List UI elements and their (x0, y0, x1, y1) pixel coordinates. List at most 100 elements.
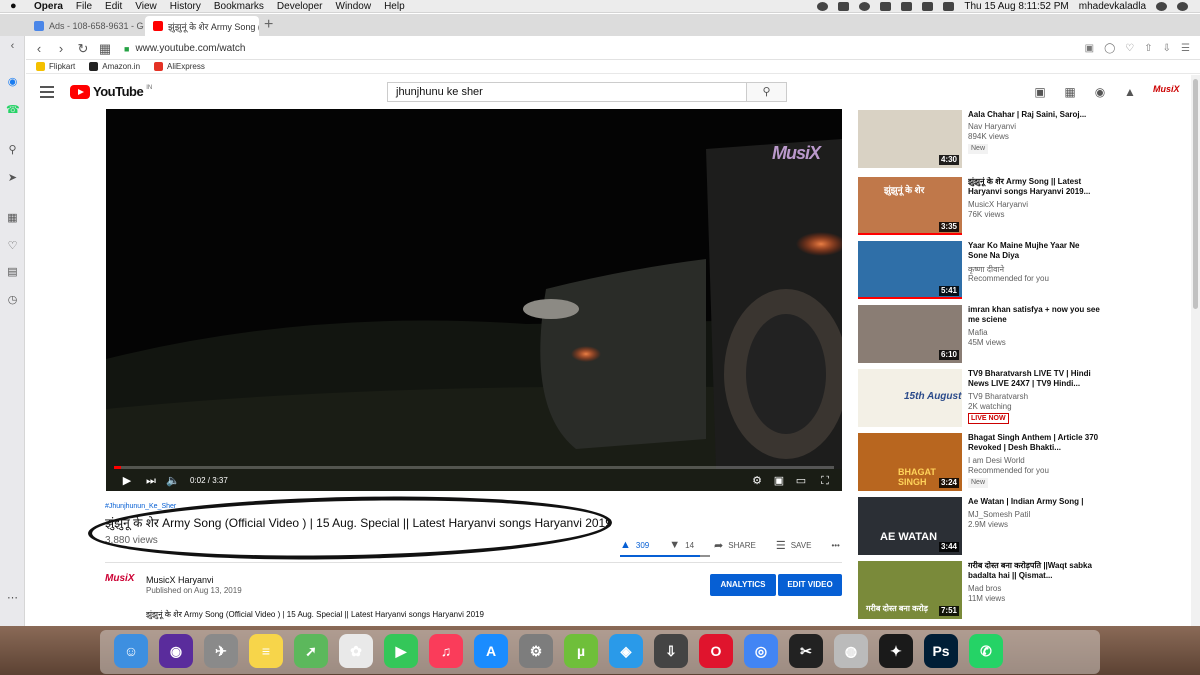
rec-channel[interactable]: MJ_Somesh Patil (968, 510, 1030, 519)
rec-thumbnail[interactable]: BHAGAT SINGH 3:24 (858, 433, 962, 491)
back-arrow-icon[interactable]: ‹ (6, 40, 19, 53)
notifications-bell-icon[interactable]: ▲ (1123, 85, 1137, 99)
menu-history[interactable]: History (170, 1, 201, 12)
lock-icon[interactable]: ■ (124, 44, 129, 54)
fullscreen-icon[interactable]: ⛶ (818, 474, 832, 488)
facetime-icon[interactable]: ▶ (384, 634, 418, 668)
dvd-player-icon[interactable]: ◍ (834, 634, 868, 668)
status-extension-icon[interactable] (838, 2, 850, 11)
miniplayer-icon[interactable]: ▣ (772, 474, 786, 488)
reload-icon[interactable]: ↻ (74, 41, 92, 57)
history-icon[interactable]: ◷ (6, 294, 19, 307)
rec-item[interactable]: BHAGAT SINGH 3:24 Bhagat Singh Anthem | … (858, 433, 1158, 491)
menu-lines-icon[interactable]: ☰ (1181, 43, 1190, 54)
photos-icon[interactable]: ✿ (339, 634, 373, 668)
scrollbar-thumb[interactable] (1193, 79, 1198, 309)
bookmark-heart-icon[interactable]: ♡ (1125, 43, 1134, 54)
channel-name[interactable]: MusicX Haryanvi (146, 575, 214, 585)
downloader-icon[interactable]: ⇩ (654, 634, 688, 668)
channel-avatar[interactable]: MusiX (105, 573, 137, 595)
analytics-button[interactable]: ANALYTICS (710, 574, 776, 596)
rec-thumbnail[interactable]: झुंझुनूं के शेर 3:35 (858, 177, 962, 235)
final-cut-icon[interactable]: ✂ (789, 634, 823, 668)
tab-google-ads[interactable]: Ads - 108-658-9631 - Google (26, 16, 144, 36)
download-icon[interactable]: ⇩ (1163, 43, 1171, 54)
rec-channel[interactable]: I am Desi World (968, 456, 1025, 465)
wifi-icon[interactable] (880, 2, 892, 11)
video-player[interactable]: MusiX ▶ ⏭ 🔈 0:02 / 3:37 ⚙ ▣ ▭ ⛶ (106, 109, 842, 491)
youtube-logo[interactable]: YouTube IN (70, 84, 152, 99)
system-preferences-icon[interactable]: ⚙ (519, 634, 553, 668)
messages-icon[interactable]: ◉ (1093, 85, 1107, 99)
chrome-icon[interactable]: ◎ (744, 634, 778, 668)
volume-icon[interactable]: 🔈 (166, 474, 180, 488)
spotlight-search-icon[interactable] (1156, 2, 1167, 11)
new-tab-icon[interactable]: + (264, 16, 273, 34)
rec-title[interactable]: Bhagat Singh Anthem | Article 370 Revoke… (968, 433, 1100, 453)
back-icon[interactable]: ‹ (30, 41, 48, 56)
menu-view[interactable]: View (135, 1, 157, 12)
search-input[interactable]: jhunjhunu ke sher (387, 82, 747, 102)
notification-center-icon[interactable] (1177, 2, 1188, 11)
menu-opera[interactable]: Opera (34, 1, 63, 12)
menu-bookmarks[interactable]: Bookmarks (214, 1, 264, 12)
send-icon[interactable]: ➤ (6, 172, 19, 185)
rec-title[interactable]: imran khan satisfya + now you see me sci… (968, 305, 1100, 325)
rec-title[interactable]: TV9 Bharatvarsh LIVE TV | Hindi News LIV… (968, 369, 1100, 389)
more-icon[interactable]: ⋯ (6, 592, 19, 605)
search-button[interactable]: ⚲ (747, 82, 787, 102)
rec-thumbnail[interactable]: 15th August (858, 369, 962, 427)
search-icon[interactable]: ⚲ (6, 144, 19, 157)
like-button[interactable]: ▲ 309 (620, 539, 649, 551)
whatsapp-icon[interactable]: ✆ (969, 634, 1003, 668)
menu-user-name[interactable]: mhadevkaladla (1079, 1, 1146, 12)
bookmark-aliexpress[interactable]: AliExpress (154, 62, 205, 71)
finder-icon[interactable]: ☺ (114, 634, 148, 668)
rec-channel[interactable]: Nav Haryanvi (968, 122, 1016, 131)
rec-thumbnail[interactable]: 6:10 (858, 305, 962, 363)
camera-icon[interactable]: ▣ (1085, 43, 1094, 54)
photoshop-icon[interactable]: Ps (924, 634, 958, 668)
more-actions-button[interactable]: ••• (831, 541, 839, 550)
share-button[interactable]: ➦ SHARE (714, 539, 756, 552)
status-app-icon[interactable] (817, 2, 829, 11)
play-icon[interactable]: ▶ (120, 474, 134, 488)
rec-channel[interactable]: TV9 Bharatvarsh (968, 392, 1028, 401)
page-scrollbar[interactable] (1191, 75, 1200, 626)
rec-channel[interactable]: Mafia (968, 328, 988, 337)
edit-video-button[interactable]: EDIT VIDEO (778, 574, 842, 596)
utorrent-icon[interactable]: µ (564, 634, 598, 668)
safari-icon[interactable]: ◈ (609, 634, 643, 668)
siri-icon[interactable]: ◉ (159, 634, 193, 668)
rec-title[interactable]: Ae Watan | Indian Army Song | (968, 497, 1100, 507)
hashtag-link[interactable]: #Jhunjhunun_Ke_Sher (105, 503, 176, 510)
app-store-icon[interactable]: A (474, 634, 508, 668)
speed-dial-icon[interactable]: ▦ (6, 212, 19, 225)
rec-channel[interactable]: Mad bros (968, 584, 1001, 593)
music-icon[interactable]: ♫ (429, 634, 463, 668)
apple-menu-icon[interactable]: ● (10, 0, 22, 12)
menu-edit[interactable]: Edit (105, 1, 122, 12)
heart-icon[interactable]: ♡ (6, 240, 19, 253)
opera-icon[interactable]: O (699, 634, 733, 668)
battery-icon[interactable] (943, 2, 955, 11)
volume-icon[interactable] (922, 2, 934, 11)
rec-title[interactable]: गरीब दोस्त बना करोड़पति ||Waqt sabka bad… (968, 561, 1100, 581)
hamburger-menu-icon[interactable] (40, 86, 54, 101)
rec-title[interactable]: Yaar Ko Maine Mujhe Yaar Ne Sone Na Diya (968, 241, 1100, 261)
rec-item[interactable]: 15th August TV9 Bharatvarsh LIVE TV | Hi… (858, 369, 1158, 427)
rec-item[interactable]: 5:41 Yaar Ko Maine Mujhe Yaar Ne Sone Na… (858, 241, 1158, 299)
rec-thumbnail[interactable]: AE WATAN 3:44 (858, 497, 962, 555)
url-field[interactable]: www.youtube.com/watch (135, 43, 245, 54)
notes-icon[interactable]: ≡ (249, 634, 283, 668)
bookmark-amazon[interactable]: Amazon.in (89, 62, 140, 71)
account-avatar[interactable]: MusiX (1153, 84, 1180, 100)
rec-thumbnail[interactable]: 4:30 (858, 110, 962, 168)
maps-icon[interactable]: ➚ (294, 634, 328, 668)
rec-item[interactable]: 4:30 Aala Chahar | Raj Saini, Saroj... N… (858, 110, 1158, 168)
whatsapp-sidebar-icon[interactable]: ☎ (6, 104, 20, 117)
clock-status-icon[interactable] (859, 2, 871, 11)
dislike-button[interactable]: ▼ 14 (669, 539, 694, 551)
menu-help[interactable]: Help (384, 1, 405, 12)
rec-item[interactable]: झुंझुनूं के शेर 3:35 झुंझुनूं के शेर Arm… (858, 177, 1158, 235)
